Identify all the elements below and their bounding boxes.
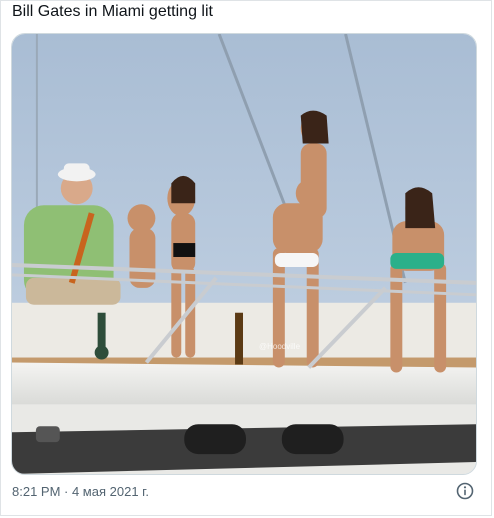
- photo-watermark: @Hoodville: [259, 342, 301, 351]
- info-button[interactable]: [456, 482, 474, 500]
- tweet-timestamp[interactable]: 8:21 PM · 4 мая 2021 г.: [12, 484, 149, 499]
- tweet-text: Bill Gates in Miami getting lit: [12, 3, 213, 20]
- info-circle-icon: [456, 482, 474, 500]
- tweet-photo[interactable]: @Hoodville: [11, 33, 477, 475]
- photo-illustration: [12, 34, 476, 474]
